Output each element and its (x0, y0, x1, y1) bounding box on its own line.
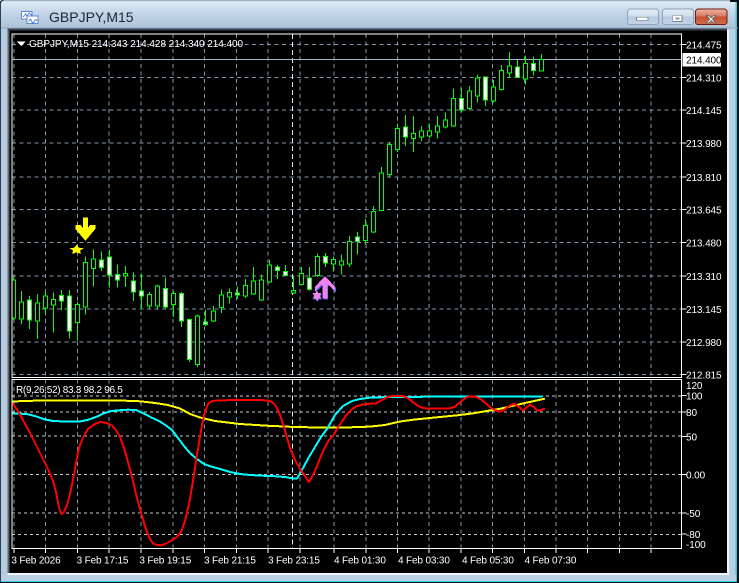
svg-text:4 Feb 01:30: 4 Feb 01:30 (334, 556, 386, 567)
svg-text:213.810: 213.810 (686, 173, 722, 184)
svg-text:3 Feb 17:15: 3 Feb 17:15 (77, 556, 129, 567)
svg-text:214.310: 214.310 (686, 73, 722, 84)
svg-text:212.980: 212.980 (686, 338, 722, 349)
svg-text:R(9,26,52) 83.3 98.2 96.5: R(9,26,52) 83.3 98.2 96.5 (16, 385, 123, 396)
svg-text:4 Feb 07:30: 4 Feb 07:30 (525, 556, 577, 567)
svg-text:4 Feb 05:30: 4 Feb 05:30 (462, 556, 514, 567)
svg-text:214.145: 214.145 (686, 106, 722, 117)
svg-text:-100: -100 (686, 540, 706, 551)
svg-text:50: 50 (686, 432, 697, 443)
svg-text:80: 80 (686, 408, 697, 419)
svg-text:212.815: 212.815 (686, 371, 722, 382)
svg-text:-50: -50 (686, 509, 701, 520)
svg-text:3 Feb 23:15: 3 Feb 23:15 (268, 556, 320, 567)
svg-text:213.145: 213.145 (686, 305, 722, 316)
svg-text:214.475: 214.475 (686, 41, 722, 52)
svg-text:100: 100 (686, 391, 703, 402)
svg-text:213.980: 213.980 (686, 139, 722, 150)
svg-text:214.400: 214.400 (686, 55, 722, 66)
svg-text:4 Feb 03:30: 4 Feb 03:30 (398, 556, 450, 567)
svg-text:3 Feb 2026: 3 Feb 2026 (11, 556, 61, 567)
svg-text:213.645: 213.645 (686, 206, 722, 217)
svg-text:213.480: 213.480 (686, 238, 722, 249)
svg-text:3 Feb 21:15: 3 Feb 21:15 (204, 556, 256, 567)
svg-text:GBPJPY,M15 214.343 214.428 214: GBPJPY,M15 214.343 214.428 214.340 214.4… (29, 39, 243, 50)
svg-text:213.310: 213.310 (686, 272, 722, 283)
svg-text:3 Feb 19:15: 3 Feb 19:15 (139, 556, 191, 567)
svg-text:GBPJPY,M15: GBPJPY,M15 (49, 9, 134, 25)
svg-text:0.00: 0.00 (686, 471, 706, 482)
